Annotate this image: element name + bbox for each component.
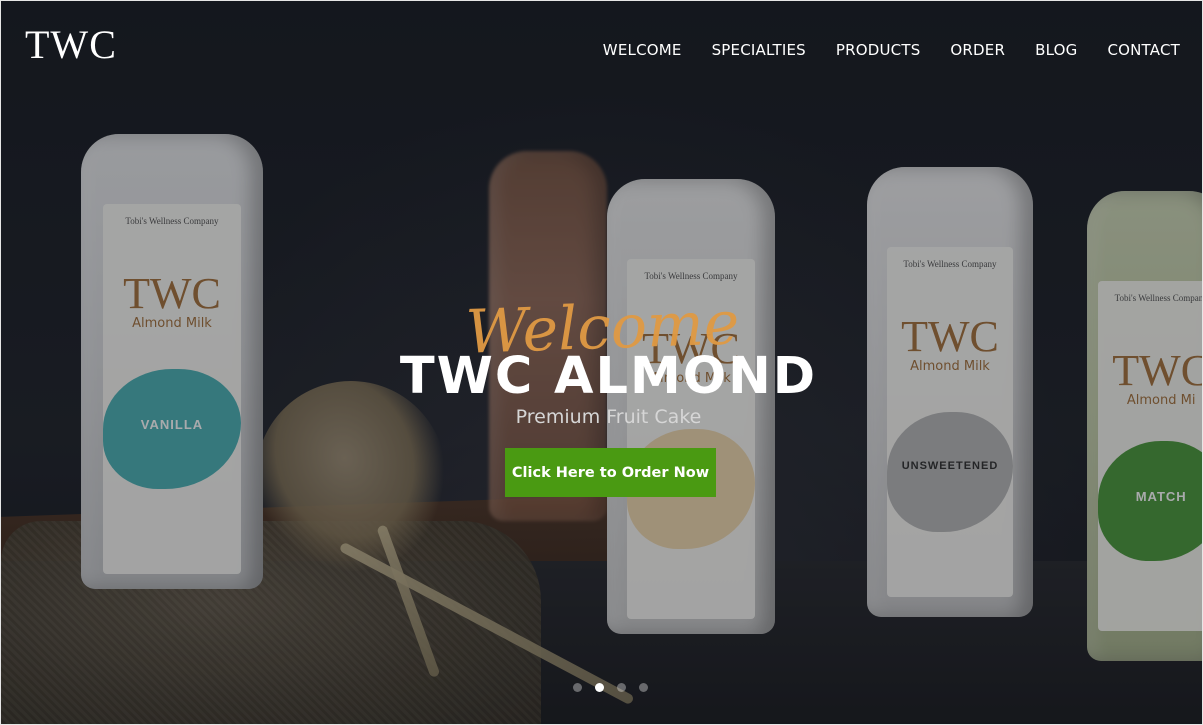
- nav-item-welcome[interactable]: WELCOME: [603, 41, 682, 59]
- site-logo[interactable]: TWC: [25, 21, 117, 68]
- order-now-button[interactable]: Click Here to Order Now: [505, 448, 716, 497]
- main-nav: WELCOME SPECIALTIES PRODUCTS ORDER BLOG …: [603, 41, 1180, 59]
- nav-item-contact[interactable]: CONTACT: [1107, 41, 1180, 59]
- hero-title: TWC ALMOND: [399, 347, 818, 406]
- carousel-dot[interactable]: [617, 683, 626, 692]
- nav-item-products[interactable]: PRODUCTS: [836, 41, 921, 59]
- nav-item-blog[interactable]: BLOG: [1035, 41, 1077, 59]
- nav-item-specialties[interactable]: SPECIALTIES: [712, 41, 806, 59]
- carousel-dot-active[interactable]: [595, 683, 604, 692]
- hero-subtitle: Premium Fruit Cake: [515, 406, 702, 428]
- carousel-indicators: [573, 683, 648, 692]
- carousel-dot[interactable]: [573, 683, 582, 692]
- nav-item-order[interactable]: ORDER: [950, 41, 1005, 59]
- carousel-dot[interactable]: [639, 683, 648, 692]
- hero-banner: Tobi's Wellness Company TWC Almond Milk …: [0, 0, 1203, 725]
